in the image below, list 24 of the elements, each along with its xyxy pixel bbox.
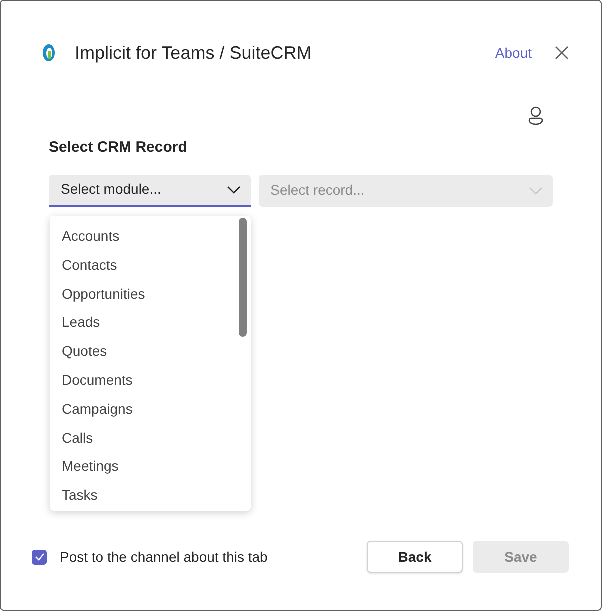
menu-option[interactable]: Leads <box>50 308 251 338</box>
module-dropdown[interactable]: Select module... <box>49 174 251 206</box>
checkbox[interactable] <box>32 550 47 564</box>
menu-option[interactable]: Documents <box>50 366 251 395</box>
dialog-button[interactable]: Back <box>367 541 463 573</box>
window-title: Implicit for Teams / SuiteCRM <box>75 42 312 65</box>
menu-option[interactable]: Tasks <box>50 481 251 510</box>
user-icon[interactable] <box>527 105 545 125</box>
about-link[interactable]: About <box>495 42 532 64</box>
menu-option[interactable]: Quotes <box>50 337 251 366</box>
close-icon[interactable] <box>554 45 570 61</box>
section-title: Select CRM Record <box>49 138 188 158</box>
menu-option[interactable]: Contacts <box>50 250 251 280</box>
chevron-icon <box>226 186 241 194</box>
checkbox-label: Post to the channel about this tab <box>60 548 268 566</box>
menu-option[interactable]: Meetings <box>50 452 251 482</box>
chevron-icon <box>529 186 543 194</box>
menu-option[interactable]: Accounts <box>50 222 251 251</box>
menu-option[interactable]: Calls <box>50 424 251 452</box>
checkmark-icon <box>34 553 44 561</box>
menu-option[interactable]: Campaigns <box>50 394 251 424</box>
scrollbar-thumb[interactable] <box>239 218 247 337</box>
menu-option[interactable]: Opportunities <box>50 280 251 308</box>
logo-icon <box>41 43 57 63</box>
